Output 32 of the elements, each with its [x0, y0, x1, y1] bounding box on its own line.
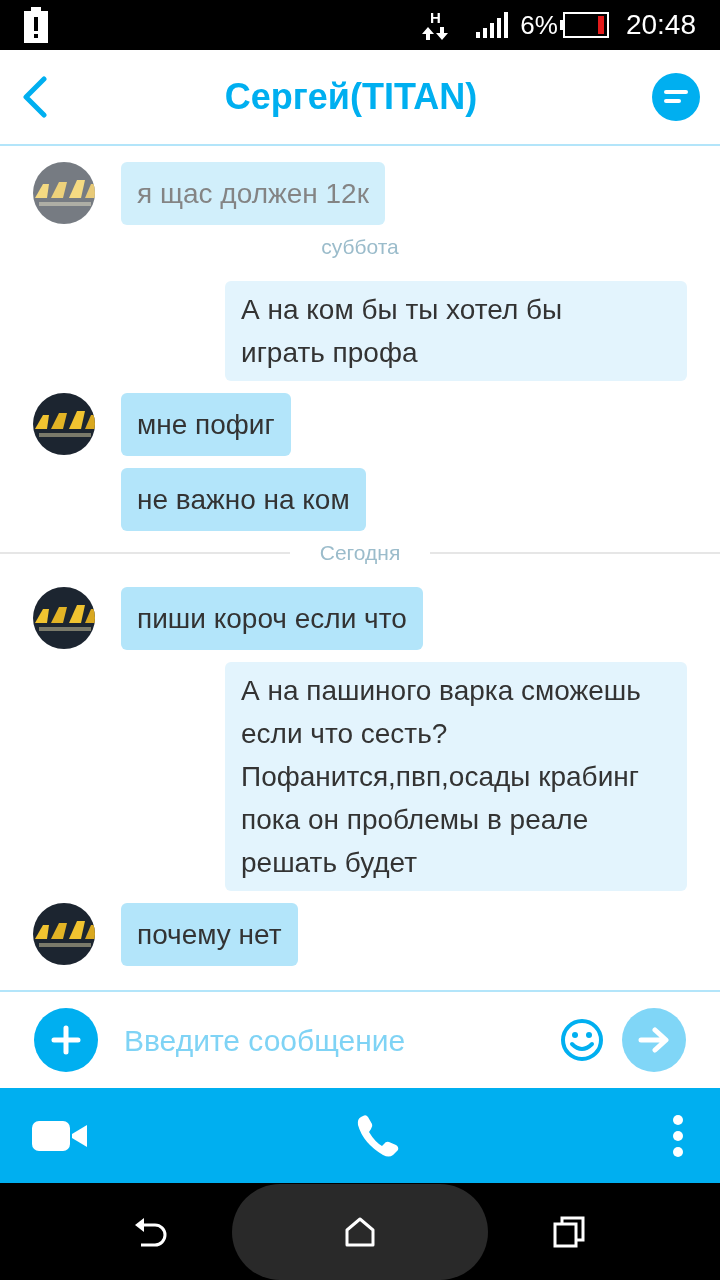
message-bubble: мне пофиг	[121, 393, 291, 456]
data-arrows-icon	[420, 24, 451, 41]
message-bubble: не важно на ком	[121, 468, 366, 531]
clock: 20:48	[625, 8, 696, 42]
message-bubble: А на ком бы ты хотел бы играть профа	[225, 281, 687, 381]
alert-battery-icon	[24, 7, 48, 43]
arrow-right-icon	[638, 1027, 670, 1053]
message-bubble: почему нет	[121, 903, 298, 966]
message-input[interactable]: Введите сообщение	[124, 1017, 560, 1063]
phone-icon	[355, 1112, 401, 1159]
smiley-icon	[560, 1018, 604, 1062]
network-type: H	[429, 9, 441, 25]
chat-menu-button[interactable]	[652, 73, 700, 121]
back-button[interactable]	[20, 75, 50, 119]
emoji-button[interactable]	[560, 1018, 604, 1062]
date-separator: Сегодня	[319, 540, 401, 567]
date-separator: суббота	[321, 234, 399, 261]
back-arrow-icon	[135, 1216, 167, 1247]
message-bubble: я щас должен 12к	[121, 162, 385, 225]
video-camera-icon	[32, 1120, 88, 1151]
message-bubble: пиши короч если что	[121, 587, 423, 650]
battery-percent: 6%	[520, 8, 558, 42]
home-icon	[345, 1216, 375, 1247]
signal-icon	[476, 12, 511, 38]
lines-icon	[664, 90, 688, 104]
recent-apps-icon	[553, 1215, 585, 1248]
more-dots-icon	[672, 1113, 684, 1158]
contact-name: Сергей(TITAN)	[224, 75, 478, 119]
message-bubble: А на пашиного варка сможешь если что сесть? Пофанится,пвп,осады крабинг пока он проблемы в реале решать будет	[225, 662, 687, 891]
back-chevron-icon	[22, 76, 48, 118]
battery-icon	[559, 12, 610, 38]
plus-icon	[51, 1025, 81, 1055]
